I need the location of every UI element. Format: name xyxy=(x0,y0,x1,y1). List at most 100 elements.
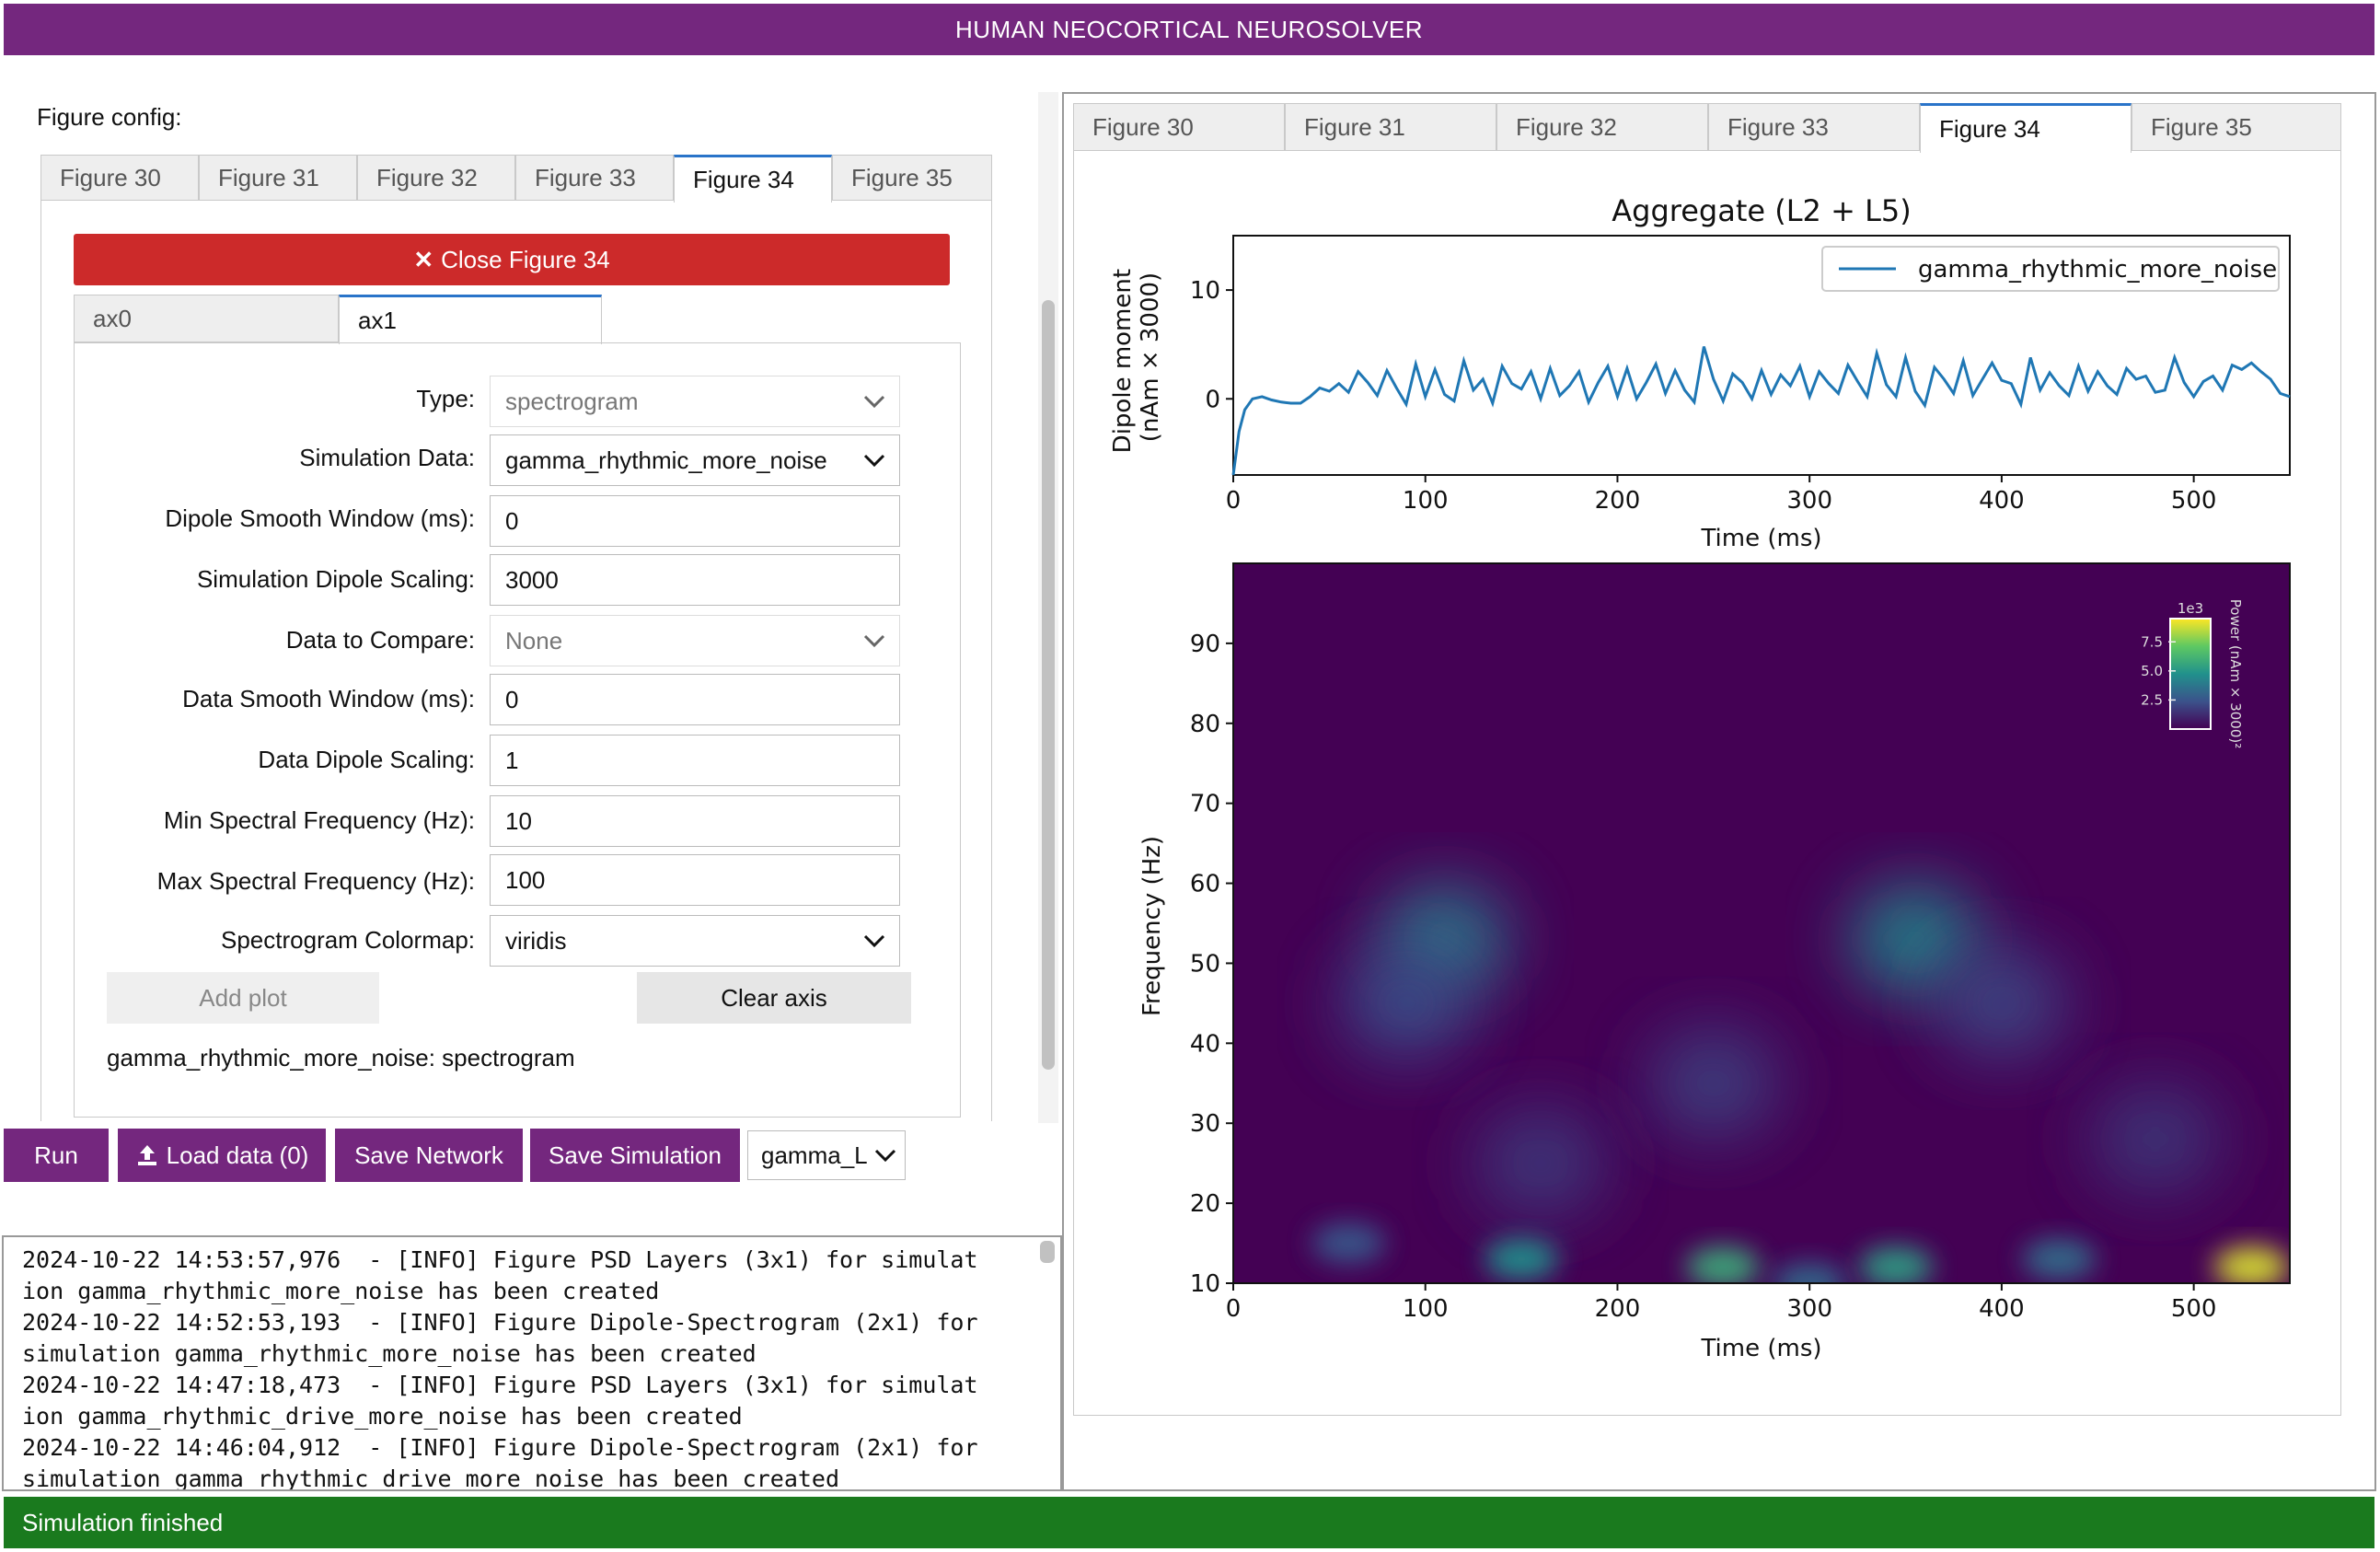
min-spectral-frequency-label: Min Spectral Frequency (Hz): xyxy=(163,806,475,834)
left-panel-scrollbar[interactable] xyxy=(1038,92,1058,1123)
x-tick-label: 200 xyxy=(1595,487,1641,515)
line-y-axis-label: Dipole moment (nAm × 3000) xyxy=(1109,261,1164,454)
spectrogram-colormap-select[interactable]: viridis xyxy=(490,915,900,967)
right-tab-figure-35[interactable]: Figure 35 xyxy=(2132,103,2341,151)
right-tab-figure-34[interactable]: Figure 34 xyxy=(1920,103,2132,153)
run-label: Run xyxy=(34,1141,78,1169)
spectrogram-power-blob xyxy=(1475,1109,1605,1217)
colorbar-gradient xyxy=(2169,618,2212,730)
app-title-bar: HUMAN NEOCORTICAL NEUROSOLVER xyxy=(4,4,2374,55)
figure-config-heading: Figure config: xyxy=(37,103,182,131)
save-simulation-button[interactable]: Save Simulation xyxy=(530,1129,740,1182)
chevron-down-icon xyxy=(863,634,885,648)
spectrogram-colormap-value: viridis xyxy=(505,926,567,955)
spectrogram-power-blob xyxy=(1859,1246,1934,1283)
spectrogram-power-blob xyxy=(1311,1222,1386,1264)
left-tab-figure-32[interactable]: Figure 32 xyxy=(357,155,515,201)
right-tab-figure-30[interactable]: Figure 30 xyxy=(1073,103,1285,151)
type-value: spectrogram xyxy=(505,387,639,415)
line-y-axis-label-line-1: Dipole moment xyxy=(1109,269,1137,453)
log-line: simulation gamma_rhythmic_drive_more_noi… xyxy=(22,1465,840,1491)
save-simulation-label: Save Simulation xyxy=(549,1141,722,1169)
colorbar-exponent: 1e3 xyxy=(2178,600,2203,617)
simulation-dipole-scaling-label: Simulation Dipole Scaling: xyxy=(196,565,475,593)
x-tick-label: 500 xyxy=(2171,1295,2217,1323)
close-icon: ✕ xyxy=(413,245,434,273)
line-y-ticks: 0 10 xyxy=(1190,277,1233,413)
chevron-down-icon xyxy=(863,395,885,409)
close-figure-button[interactable]: ✕ Close Figure 34 xyxy=(74,234,950,285)
y-tick-label: 50 xyxy=(1190,950,1220,978)
spectrogram-x-axis-label: Time (ms) xyxy=(1700,1335,1821,1362)
type-label: Type: xyxy=(416,385,475,412)
x-tick-label: 100 xyxy=(1403,487,1449,515)
log-line: ion gamma_rhythmic_drive_more_noise has … xyxy=(22,1403,743,1430)
spectrogram-heatmap xyxy=(1233,563,2290,1283)
x-tick-label: 400 xyxy=(1979,487,2025,515)
min-spectral-frequency-input[interactable]: 10 xyxy=(490,795,900,847)
x-tick-label: 500 xyxy=(2171,487,2217,515)
right-tab-figure-32[interactable]: Figure 32 xyxy=(1496,103,1708,151)
data-smooth-window-label: Data Smooth Window (ms): xyxy=(182,685,475,712)
left-tab-figure-30[interactable]: Figure 30 xyxy=(40,155,199,201)
max-spectral-frequency-input[interactable]: 100 xyxy=(490,854,900,906)
colorbar-tick-label: 7.5 xyxy=(2141,633,2163,650)
labels-column: Type: Simulation Data: Dipole Smooth Win… xyxy=(74,368,475,976)
x-tick-label: 0 xyxy=(1226,487,1242,515)
spectrogram-y-axis-label: Frequency (Hz) xyxy=(1138,836,1166,1016)
y-tick-label: 70 xyxy=(1190,791,1220,818)
chevron-down-icon xyxy=(863,454,885,468)
simulation-dipole-scaling-input[interactable]: 3000 xyxy=(490,554,900,606)
data-smooth-window-value: 0 xyxy=(505,685,519,713)
y-tick-label: 20 xyxy=(1190,1190,1220,1218)
dipole-smooth-window-input[interactable]: 0 xyxy=(490,495,900,547)
y-tick-label: 0 xyxy=(1205,386,1220,413)
left-tab-figure-33[interactable]: Figure 33 xyxy=(515,155,674,201)
right-tab-figure-33[interactable]: Figure 33 xyxy=(1708,103,1920,151)
log-line: 2024-10-22 14:47:18,473 - [INFO] Figure … xyxy=(22,1372,978,1398)
y-tick-label: 90 xyxy=(1190,631,1220,658)
app-title: HUMAN NEOCORTICAL NEUROSOLVER xyxy=(954,15,1424,43)
spectrogram-x-ticks: 0 100 200 300 400 500 xyxy=(1226,1283,2217,1323)
y-tick-label: 10 xyxy=(1190,1270,1220,1298)
clear-axis-button[interactable]: Clear axis xyxy=(637,972,911,1024)
figure-34-canvas: Aggregate (L2 + L5) 0 100 200 300 400 500 010… xyxy=(1109,193,2291,1362)
data-smooth-window-input[interactable]: 0 xyxy=(490,674,900,725)
left-tab-figure-35[interactable]: Figure 35 xyxy=(832,155,992,201)
axis-tab-ax1[interactable]: ax1 xyxy=(339,295,602,344)
type-select[interactable]: spectrogram xyxy=(490,376,900,427)
left-panel-scroll-thumb[interactable] xyxy=(1042,300,1055,1070)
y-tick-label: 40 xyxy=(1190,1030,1220,1058)
save-network-button[interactable]: Save Network xyxy=(335,1129,523,1182)
data-to-compare-label: Data to Compare: xyxy=(285,626,475,654)
spectrogram-colormap-label: Spectrogram Colormap: xyxy=(221,926,475,954)
upload-icon xyxy=(137,1145,156,1165)
spectrogram-power-blob xyxy=(2214,1246,2289,1283)
axis-tab-ax0[interactable]: ax0 xyxy=(74,295,339,342)
max-spectral-frequency-label: Max Spectral Frequency (Hz): xyxy=(156,867,475,895)
simulation-select[interactable]: gamma_L xyxy=(747,1130,906,1180)
log-line: 2024-10-22 14:53:57,976 - [INFO] Figure … xyxy=(22,1246,978,1273)
load-data-label: Load data (0) xyxy=(166,1141,309,1169)
close-figure-label: Close Figure 34 xyxy=(441,245,610,273)
left-tab-figure-34[interactable]: Figure 34 xyxy=(674,155,832,203)
log-panel[interactable]: 2024-10-22 14:53:57,976 - [INFO] Figure … xyxy=(2,1235,1062,1491)
run-button[interactable]: Run xyxy=(4,1129,109,1182)
dipole-smooth-window-value: 0 xyxy=(505,506,519,535)
data-dipole-scaling-input[interactable]: 1 xyxy=(490,735,900,786)
log-line: 2024-10-22 14:52:53,193 - [INFO] Figure … xyxy=(22,1309,978,1336)
simulation-data-select[interactable]: gamma_rhythmic_more_noise xyxy=(490,434,900,486)
left-tab-figure-31[interactable]: Figure 31 xyxy=(199,155,357,201)
x-tick-label: 400 xyxy=(1979,1295,2025,1323)
y-tick-label: 10 xyxy=(1190,277,1220,305)
max-spectral-frequency-value: 100 xyxy=(505,865,546,894)
load-data-button[interactable]: Load data (0) xyxy=(118,1129,326,1182)
add-plot-button[interactable]: Add plot xyxy=(107,972,379,1024)
spectrogram-power-blob xyxy=(1936,949,2066,1057)
right-figure-tabs: Figure 30 Figure 31 Figure 32 Figure 33 … xyxy=(1073,103,2341,153)
log-scrollbar[interactable] xyxy=(1040,1241,1055,1263)
y-tick-label: 30 xyxy=(1190,1110,1220,1138)
spectrogram-power-blob xyxy=(2090,1085,2220,1193)
data-to-compare-select[interactable]: None xyxy=(490,615,900,666)
right-tab-figure-31[interactable]: Figure 31 xyxy=(1285,103,1496,151)
